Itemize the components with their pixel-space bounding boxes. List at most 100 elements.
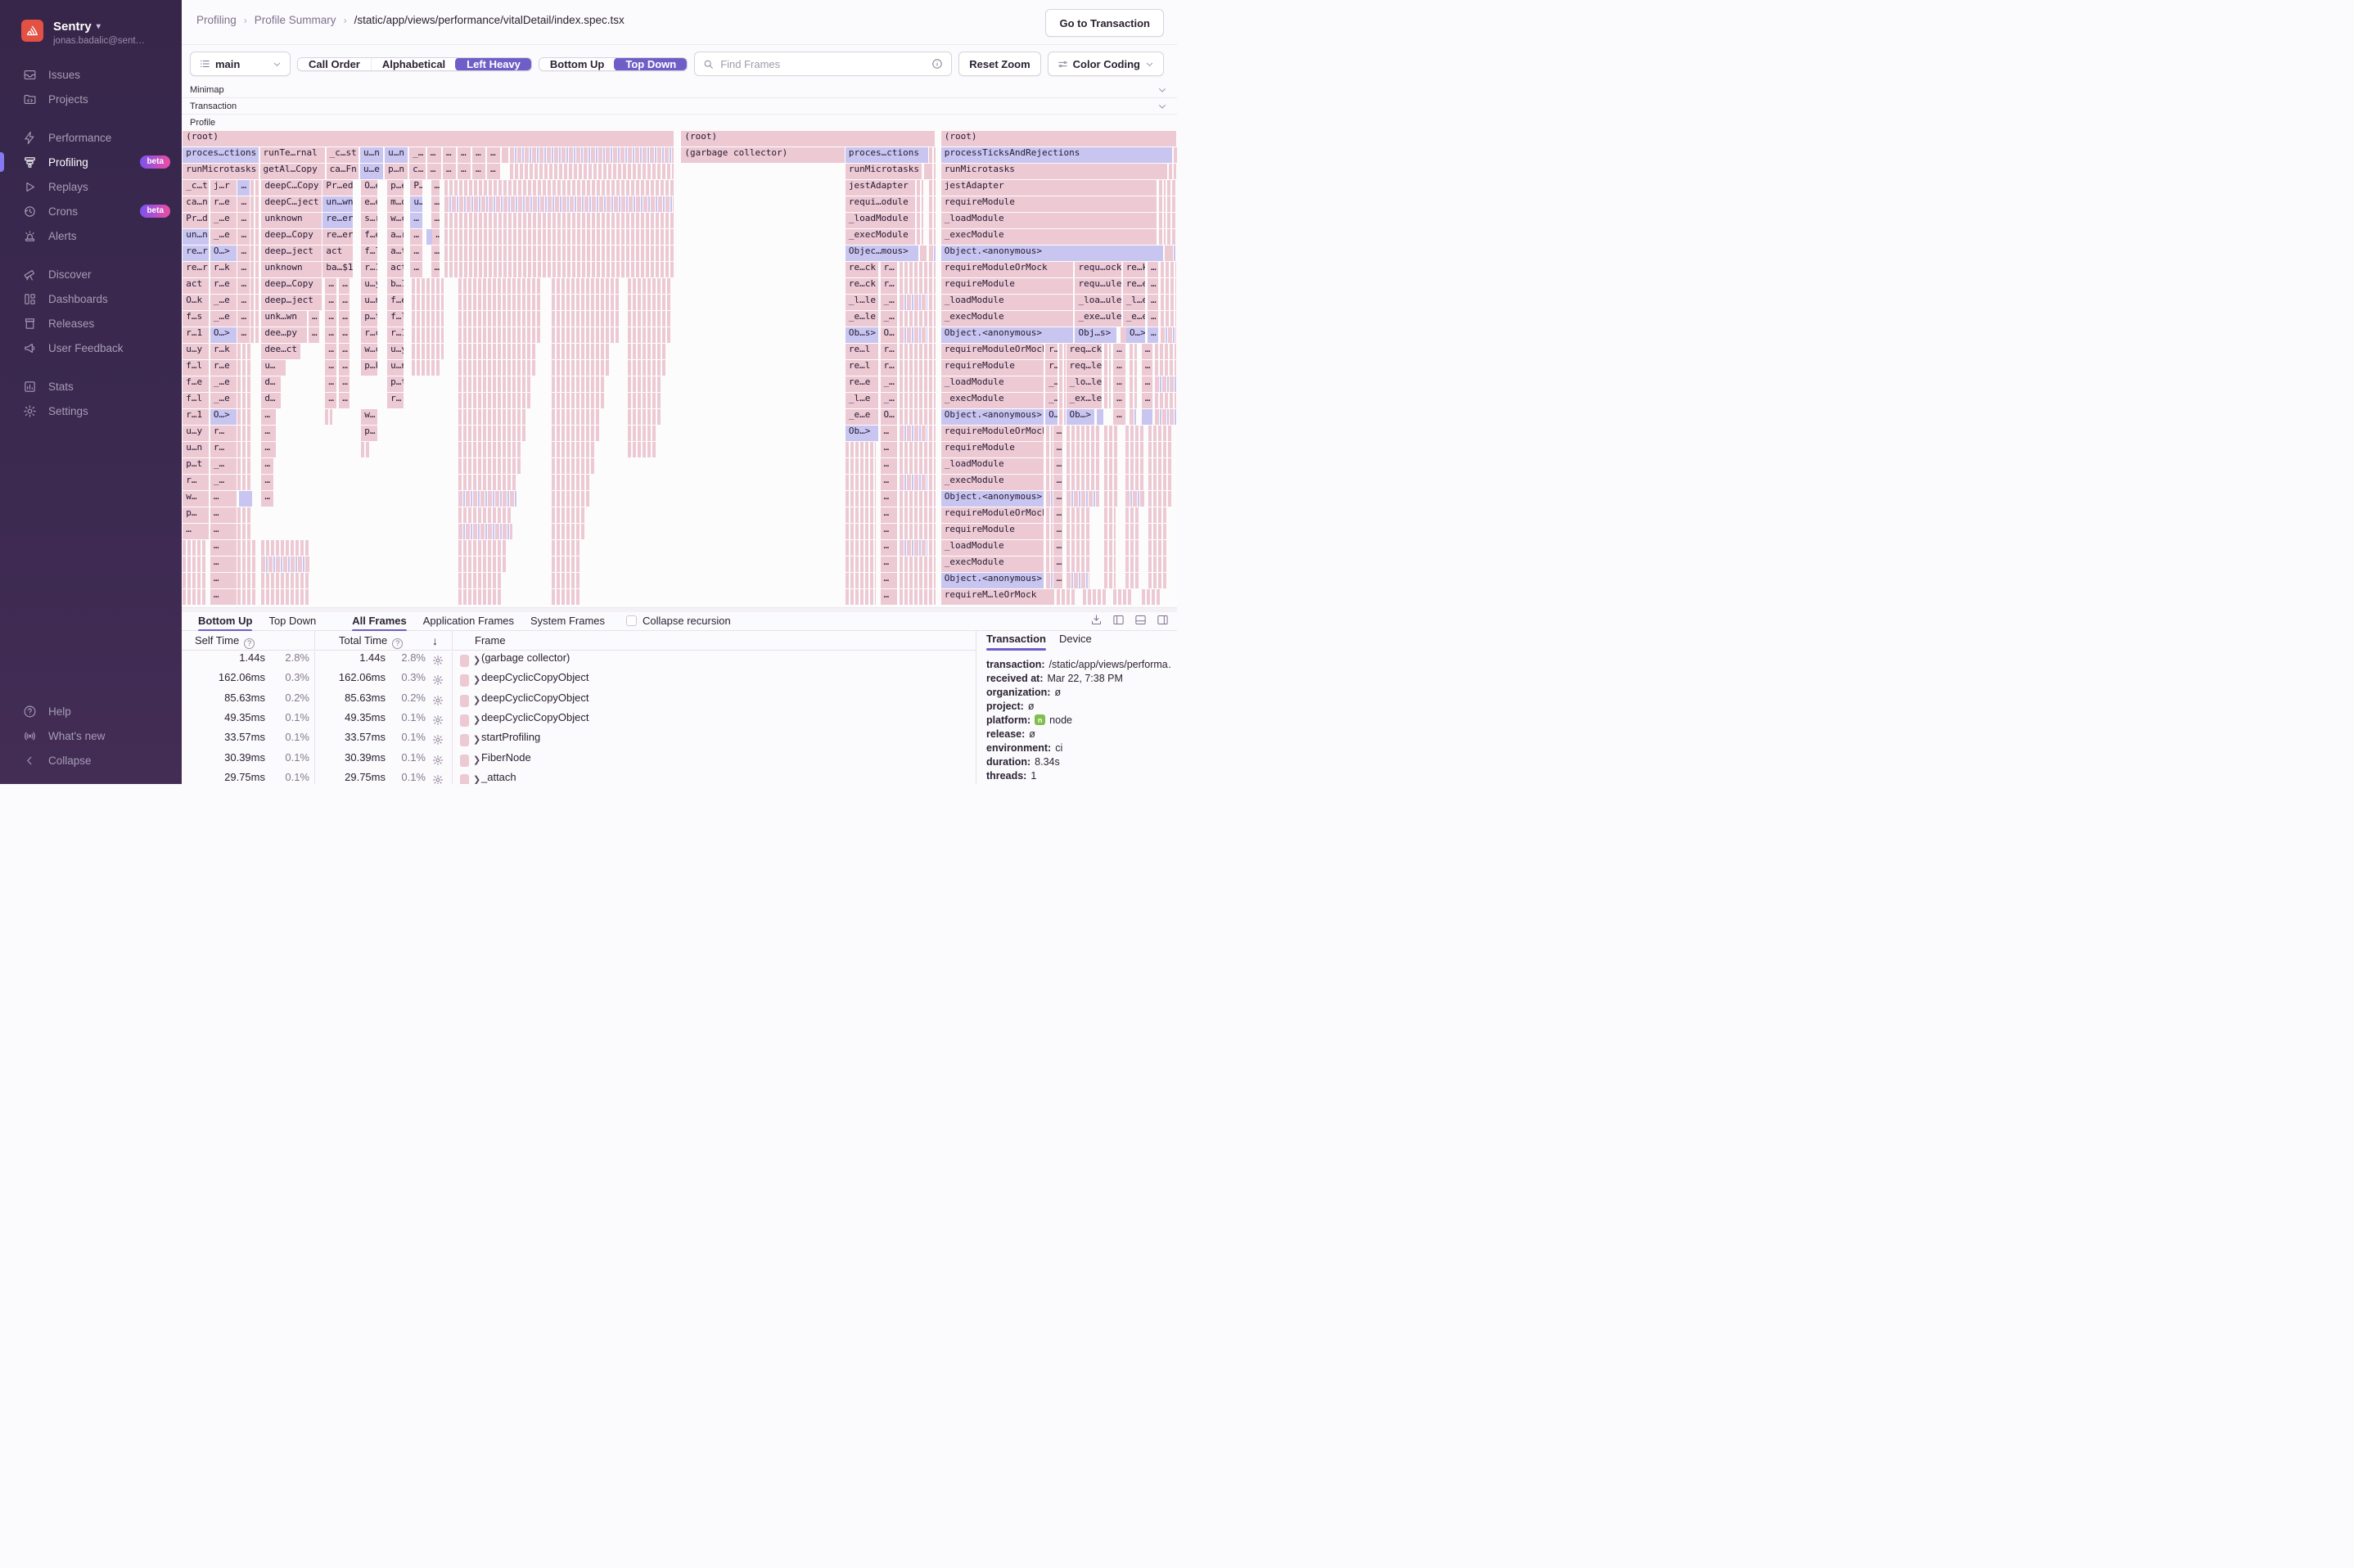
- help-icon[interactable]: ?: [392, 638, 404, 649]
- flame-frame[interactable]: …: [339, 393, 350, 408]
- expand-chevron-icon[interactable]: ❯: [473, 655, 480, 665]
- flame-frame[interactable]: [458, 426, 527, 441]
- flame-frame[interactable]: [845, 540, 877, 556]
- flame-frame[interactable]: unknown: [261, 213, 322, 228]
- flame-frame[interactable]: [929, 540, 936, 556]
- flame-frame[interactable]: [845, 556, 877, 572]
- flame-frame[interactable]: …: [261, 458, 274, 474]
- flame-frame[interactable]: d…: [261, 376, 282, 392]
- flame-frame[interactable]: req…ck: [1066, 344, 1102, 359]
- flame-frame[interactable]: re…l: [845, 344, 878, 359]
- flame-frame[interactable]: _…: [880, 376, 897, 392]
- flame-frame[interactable]: _c…st: [326, 147, 359, 163]
- flame-frame[interactable]: [1125, 475, 1144, 490]
- flame-frame[interactable]: proces…ctions: [183, 147, 259, 163]
- flame-frame[interactable]: …: [880, 589, 897, 605]
- flame-frame[interactable]: …: [487, 164, 501, 179]
- flame-frame[interactable]: (root): [681, 131, 936, 146]
- chevron-down-icon[interactable]: [1157, 101, 1167, 111]
- flame-frame[interactable]: [1167, 213, 1176, 228]
- sidebar-item-user-feedback[interactable]: User Feedback: [0, 336, 182, 360]
- flame-frame[interactable]: [1103, 524, 1116, 539]
- flame-frame[interactable]: f…l: [361, 246, 378, 261]
- flame-frame[interactable]: [458, 573, 503, 588]
- flame-frame[interactable]: [551, 475, 591, 490]
- flame-frame[interactable]: [411, 278, 444, 294]
- flame-frame[interactable]: P…: [410, 180, 423, 196]
- flame-frame[interactable]: [237, 458, 253, 474]
- flame-frame[interactable]: Object.<anonymous>: [940, 491, 1044, 507]
- flame-frame[interactable]: u…: [261, 360, 286, 376]
- flame-frame[interactable]: [444, 213, 674, 228]
- flame-frame[interactable]: [1046, 442, 1053, 457]
- flame-frame[interactable]: …: [431, 180, 440, 196]
- flame-frame[interactable]: [627, 376, 662, 392]
- flame-frame[interactable]: [361, 442, 372, 457]
- flame-frame[interactable]: [929, 327, 936, 343]
- flame-frame[interactable]: [1058, 344, 1066, 359]
- flame-frame[interactable]: [1103, 491, 1118, 507]
- flame-frame[interactable]: [1154, 376, 1176, 392]
- flame-frame[interactable]: [1125, 507, 1139, 523]
- flame-frame[interactable]: r…: [210, 426, 237, 441]
- flame-frame[interactable]: Pr…ed: [322, 180, 354, 196]
- flame-frame[interactable]: [1046, 556, 1053, 572]
- flame-frame[interactable]: [929, 246, 936, 261]
- flame-frame[interactable]: [1130, 393, 1137, 408]
- flame-frame[interactable]: …: [237, 180, 250, 196]
- flame-frame[interactable]: [1154, 344, 1176, 359]
- flame-frame[interactable]: [1057, 589, 1076, 605]
- flame-frame[interactable]: _loadModule: [940, 376, 1044, 392]
- flame-frame[interactable]: …: [261, 409, 277, 425]
- flame-frame[interactable]: runTe…rnal: [259, 147, 325, 163]
- flame-frame[interactable]: [1173, 147, 1177, 163]
- flame-frame[interactable]: r…: [880, 344, 897, 359]
- breadcrumb-profile-summary[interactable]: Profile Summary: [255, 14, 336, 26]
- flame-frame[interactable]: …: [426, 164, 442, 179]
- flame-frame[interactable]: [1066, 475, 1099, 490]
- flame-frame[interactable]: …: [431, 262, 440, 277]
- flame-frame[interactable]: [929, 180, 936, 196]
- flame-frame[interactable]: r…: [1045, 360, 1057, 376]
- flame-frame[interactable]: act: [183, 278, 210, 294]
- flame-frame[interactable]: …: [1053, 475, 1063, 490]
- flame-frame[interactable]: …: [1053, 540, 1063, 556]
- layout-bottom-panel-icon[interactable]: [1134, 614, 1147, 626]
- flame-frame[interactable]: …: [237, 246, 250, 261]
- sidebar-item-projects[interactable]: Projects: [0, 87, 182, 111]
- flame-frame[interactable]: f…e: [387, 295, 404, 310]
- flame-frame[interactable]: r…1: [361, 262, 378, 277]
- sidebar-item-what-s-new[interactable]: What's new: [0, 723, 182, 748]
- flame-frame[interactable]: [1130, 409, 1137, 425]
- sidebar-item-settings[interactable]: Settings: [0, 399, 182, 423]
- flame-frame[interactable]: [510, 147, 674, 163]
- flame-frame[interactable]: p…t: [361, 311, 378, 327]
- flame-frame[interactable]: [250, 311, 261, 327]
- flame-frame[interactable]: r…: [210, 442, 237, 457]
- flame-frame[interactable]: [899, 556, 927, 572]
- flame-frame[interactable]: [917, 229, 924, 245]
- flame-frame[interactable]: deep…Copy: [261, 278, 322, 294]
- flame-frame[interactable]: a…t: [387, 246, 404, 261]
- flame-frame[interactable]: [1103, 442, 1118, 457]
- flame-frame[interactable]: [458, 491, 517, 507]
- flame-frame[interactable]: …: [880, 491, 897, 507]
- table-row[interactable]: 162.06ms 0.3% 162.06ms 0.3% ❯ deepCyclicCopyO…: [182, 671, 976, 691]
- flame-frame[interactable]: [183, 556, 208, 572]
- flame-frame[interactable]: …: [1141, 376, 1152, 392]
- flame-frame[interactable]: [237, 426, 253, 441]
- flame-frame[interactable]: re…er: [322, 229, 354, 245]
- flame-frame[interactable]: requireModule: [940, 360, 1044, 376]
- flame-frame[interactable]: [917, 196, 924, 212]
- flame-frame[interactable]: [627, 327, 672, 343]
- expand-chevron-icon[interactable]: ❯: [473, 755, 480, 765]
- flame-frame[interactable]: [444, 246, 674, 261]
- flame-frame[interactable]: …: [308, 327, 320, 343]
- flame-frame[interactable]: u…n: [183, 442, 210, 457]
- flame-frame[interactable]: [899, 524, 927, 539]
- flame-frame[interactable]: runMicrotasks: [183, 164, 259, 179]
- flame-frame[interactable]: s…r: [361, 213, 378, 228]
- sort-left-heavy-button[interactable]: Left Heavy: [455, 57, 531, 70]
- flame-frame[interactable]: [1046, 540, 1053, 556]
- flame-frame[interactable]: Pr…d: [183, 213, 210, 228]
